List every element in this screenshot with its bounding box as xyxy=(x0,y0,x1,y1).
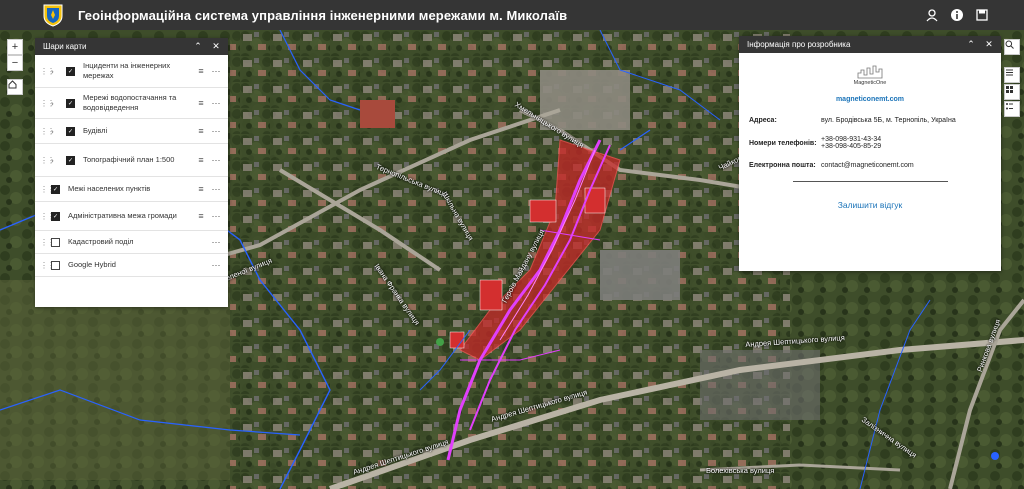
developer-logo: MagneticOne xyxy=(749,65,991,86)
coat-of-arms-icon xyxy=(43,4,63,27)
zoom-out-button[interactable]: − xyxy=(7,55,23,71)
layer-checkbox[interactable]: ✓ xyxy=(51,184,60,194)
chevron-right-icon[interactable]: › xyxy=(51,127,61,136)
zoom-in-button[interactable]: + xyxy=(7,39,23,55)
layer-row-topo-plan[interactable]: ⋮⋮ › ✓ Топографічний план 1:500 ≡ ⋯ xyxy=(35,144,228,177)
info-icon[interactable] xyxy=(950,8,964,22)
phones-label: Номери телефонів: xyxy=(749,140,817,147)
drag-handle-icon[interactable]: ⋮⋮ xyxy=(40,212,55,221)
layer-row-incidents[interactable]: ⋮⋮ › ✓ Інциденти на інженерних мережах ≡… xyxy=(35,55,228,88)
layers-panel-header: Шари карти ⌃ ✕ xyxy=(35,38,228,55)
layer-checkbox[interactable]: ✓ xyxy=(66,155,75,165)
more-options-icon[interactable]: ⋯ xyxy=(210,237,222,248)
layer-checkbox[interactable]: ✓ xyxy=(66,126,75,136)
drag-handle-icon[interactable]: ⋮⋮ xyxy=(40,238,55,247)
layer-checkbox[interactable]: ✓ xyxy=(66,98,75,108)
layer-label: Межі населених пунктів xyxy=(68,184,151,193)
chevron-right-icon[interactable]: › xyxy=(51,99,61,108)
layer-checkbox[interactable]: ✓ xyxy=(66,66,75,76)
info-panel-body: MagneticOne magneticonemt.com Адреса: ву… xyxy=(739,65,1001,210)
email-label: Електронна пошта: xyxy=(749,162,816,169)
layer-row-buildings[interactable]: ⋮⋮ › ✓ Будівлі ≡ ⋯ xyxy=(35,119,228,144)
developer-logo-text: MagneticOne xyxy=(853,80,887,86)
layer-checkbox[interactable] xyxy=(51,237,60,247)
street-label: Болехівська вулиця xyxy=(706,466,775,475)
legend-lines-icon[interactable]: ≡ xyxy=(196,155,206,165)
app-header: Геоінформаційна система управління інжен… xyxy=(0,0,1024,30)
search-icon xyxy=(1005,40,1014,49)
layer-label: Адміністративна межа громади xyxy=(68,211,177,220)
info-panel-header: Інформація про розробника ⌃ ✕ xyxy=(739,36,1001,53)
grid-button[interactable] xyxy=(1004,84,1020,100)
more-options-icon[interactable]: ⋯ xyxy=(210,184,222,195)
phones-value: +38-098-931-43-34 +38-098-405-85-29 xyxy=(821,136,991,150)
layer-row-settlement-bounds[interactable]: ⋮⋮ ✓ Межі населених пунктів ≡ ⋯ xyxy=(35,177,228,202)
layer-label: Кадастровий поділ xyxy=(68,237,134,246)
drag-handle-icon[interactable]: ⋮⋮ xyxy=(40,99,55,108)
save-icon[interactable] xyxy=(975,8,989,22)
list-icon xyxy=(1006,69,1013,76)
info-panel-title: Інформація про розробника xyxy=(747,40,851,49)
drag-handle-icon[interactable]: ⋮⋮ xyxy=(40,67,55,76)
search-button[interactable] xyxy=(1004,39,1020,55)
legend-lines-icon[interactable]: ≡ xyxy=(196,98,206,108)
layer-row-cadastral[interactable]: ⋮⋮ Кадастровий поділ ⋯ xyxy=(35,231,228,254)
layer-checkbox[interactable] xyxy=(51,260,60,270)
address-row: Адреса: вул. Бродівська 5Б, м. Тернопіль… xyxy=(749,117,991,124)
phone-2: +38-098-405-85-29 xyxy=(821,143,882,150)
home-button[interactable] xyxy=(7,79,23,95)
layer-label: Будівлі xyxy=(83,126,108,135)
legend-button[interactable] xyxy=(1004,101,1020,117)
collapse-icon[interactable]: ⌃ xyxy=(965,39,977,50)
user-icon[interactable] xyxy=(925,8,939,22)
developer-website-link[interactable]: magneticonemt.com xyxy=(749,96,991,103)
layer-label: Google Hybrid xyxy=(68,260,116,269)
collapse-icon[interactable]: ⌃ xyxy=(192,41,204,52)
legend-lines-icon[interactable]: ≡ xyxy=(196,184,206,194)
list-button[interactable] xyxy=(1004,67,1020,83)
more-options-icon[interactable]: ⋯ xyxy=(210,155,222,166)
layers-panel: Шари карти ⌃ ✕ ⋮⋮ › ✓ Інциденти на інжен… xyxy=(35,38,228,307)
address-value: вул. Бродівська 5Б, м. Тернопіль, Україн… xyxy=(821,117,956,124)
feedback-link[interactable]: Залишити відгук xyxy=(749,200,991,210)
chevron-right-icon[interactable]: › xyxy=(51,67,61,76)
close-icon[interactable]: ✕ xyxy=(210,41,222,52)
drag-handle-icon[interactable]: ⋮⋮ xyxy=(40,127,55,136)
drag-handle-icon[interactable]: ⋮⋮ xyxy=(40,156,55,165)
more-options-icon[interactable]: ⋯ xyxy=(210,211,222,222)
more-options-icon[interactable]: ⋯ xyxy=(210,126,222,137)
legend-lines-icon[interactable]: ≡ xyxy=(196,126,206,136)
more-options-icon[interactable]: ⋯ xyxy=(210,66,222,77)
layer-row-admin-boundary[interactable]: ⋮⋮ ✓ Адміністративна межа громади ≡ ⋯ xyxy=(35,202,228,231)
city-skyline-icon xyxy=(857,65,883,79)
developer-info-panel: Інформація про розробника ⌃ ✕ MagneticOn… xyxy=(739,36,1001,271)
more-options-icon[interactable]: ⋯ xyxy=(210,98,222,109)
layer-checkbox[interactable]: ✓ xyxy=(51,211,60,221)
layer-list: ⋮⋮ › ✓ Інциденти на інженерних мережах ≡… xyxy=(35,55,228,277)
address-label: Адреса: xyxy=(749,117,777,124)
phone-1: +38-098-931-43-34 xyxy=(821,136,882,143)
layer-row-google-hybrid[interactable]: ⋮⋮ Google Hybrid ⋯ xyxy=(35,254,228,277)
legend-icon xyxy=(1006,103,1013,110)
email-row: Електронна пошта: contact@magneticonemt.… xyxy=(749,162,991,169)
layers-panel-title: Шари карти xyxy=(43,42,87,51)
home-icon xyxy=(8,80,17,89)
layer-row-water-networks[interactable]: ⋮⋮ › ✓ Мережі водопостачання та водовідв… xyxy=(35,88,228,119)
legend-lines-icon[interactable]: ≡ xyxy=(196,66,206,76)
layer-label: Інциденти на інженерних мережах xyxy=(83,61,171,80)
more-options-icon[interactable]: ⋯ xyxy=(210,260,222,271)
grid-icon xyxy=(1006,86,1013,93)
legend-lines-icon[interactable]: ≡ xyxy=(196,211,206,221)
layer-label: Мережі водопостачання та водовідведення xyxy=(83,93,177,112)
drag-handle-icon[interactable]: ⋮⋮ xyxy=(40,185,55,194)
close-icon[interactable]: ✕ xyxy=(983,39,995,50)
app-title: Геоінформаційна система управління інжен… xyxy=(78,8,568,23)
divider xyxy=(792,181,948,182)
email-value: contact@magneticonemt.com xyxy=(821,162,914,169)
chevron-right-icon[interactable]: › xyxy=(51,156,61,165)
phones-row: Номери телефонів: +38-098-931-43-34 +38-… xyxy=(749,136,991,150)
layer-label: Топографічний план 1:500 xyxy=(83,155,175,164)
drag-handle-icon[interactable]: ⋮⋮ xyxy=(40,261,55,270)
